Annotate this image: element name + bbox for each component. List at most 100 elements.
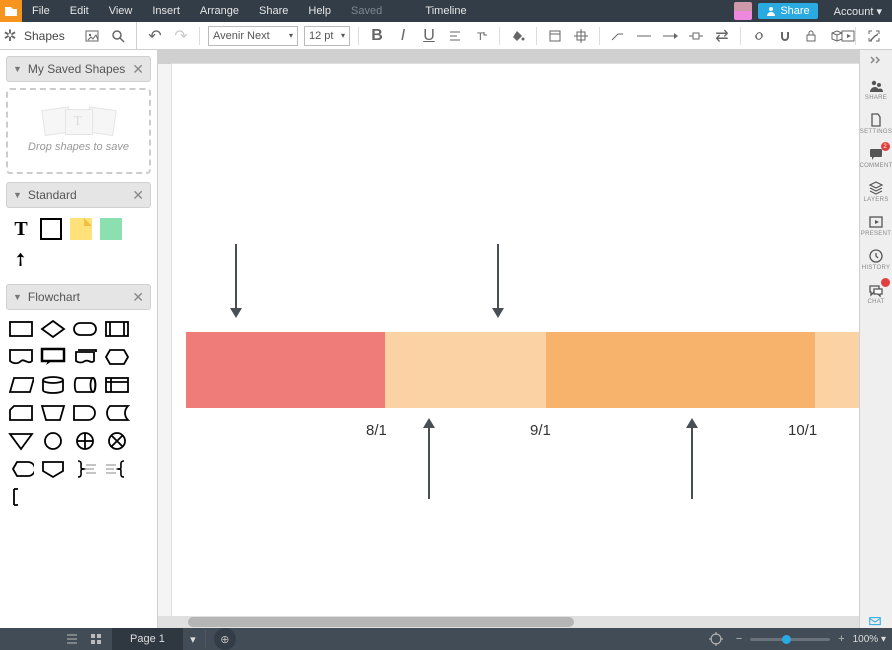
fc-brace-right[interactable] (72, 458, 98, 480)
document-title[interactable]: Timeline (425, 5, 466, 17)
fc-connector[interactable] (40, 430, 66, 452)
font-select[interactable]: Avenir Next ▾ (208, 26, 298, 46)
fc-multidoc[interactable] (72, 346, 98, 368)
arrow-up-1[interactable] (419, 414, 439, 499)
page-tab[interactable]: Page 1 (112, 628, 183, 650)
search-icon[interactable] (108, 26, 128, 46)
fc-decision[interactable] (40, 318, 66, 340)
timeline-label-2[interactable]: 9/1 (530, 422, 551, 439)
add-page-button[interactable]: ⊕ (214, 628, 236, 650)
arrow-down-1[interactable] (226, 244, 246, 324)
fc-internal[interactable] (104, 374, 130, 396)
fc-offpage[interactable] (40, 458, 66, 480)
zoom-slider[interactable] (750, 638, 830, 641)
target-icon[interactable] (704, 628, 728, 650)
redo-icon[interactable]: ↷ (171, 26, 191, 46)
menu-arrange[interactable]: Arrange (190, 5, 249, 17)
menu-view[interactable]: View (99, 5, 143, 17)
close-icon[interactable]: ✕ (132, 289, 144, 306)
fc-note[interactable] (8, 486, 34, 508)
underline-icon[interactable]: U (419, 26, 439, 46)
zoom-in-icon[interactable]: + (838, 633, 844, 645)
lock-icon[interactable] (801, 26, 821, 46)
rail-settings[interactable]: SETTINGS (860, 106, 892, 140)
fc-display[interactable] (8, 458, 34, 480)
fc-preparation[interactable] (104, 346, 130, 368)
line-style1-icon[interactable] (634, 26, 654, 46)
line-style3-icon[interactable] (686, 26, 706, 46)
rail-present[interactable]: PRESENT (860, 208, 892, 242)
category-my-saved[interactable]: ▼ My Saved Shapes ✕ (6, 56, 151, 82)
saved-shapes-dropzone[interactable]: T Drop shapes to save (6, 88, 151, 174)
position-icon[interactable] (571, 26, 591, 46)
zoom-out-icon[interactable]: − (736, 633, 742, 645)
menu-help[interactable]: Help (298, 5, 341, 17)
rail-layers[interactable]: LAYERS (860, 174, 892, 208)
timeline-bar[interactable] (186, 332, 859, 408)
italic-icon[interactable]: I (393, 26, 413, 46)
fc-terminator[interactable] (72, 318, 98, 340)
fc-data[interactable] (8, 374, 34, 396)
magnet-icon[interactable] (775, 26, 795, 46)
menu-share[interactable]: Share (249, 5, 298, 17)
present-icon[interactable] (838, 26, 858, 46)
user-avatar[interactable] (734, 2, 752, 20)
rail-share[interactable]: SHARE (860, 72, 892, 106)
rail-history[interactable]: HISTORY (860, 242, 892, 276)
fc-storeddata[interactable] (104, 402, 130, 424)
grid-view-icon[interactable] (84, 628, 108, 650)
menu-file[interactable]: File (22, 5, 60, 17)
arrow-down-2[interactable] (488, 244, 508, 324)
text-shape[interactable]: T (8, 216, 34, 242)
page-dropdown[interactable]: ▾ (183, 633, 203, 646)
arrow-up-2[interactable] (682, 414, 702, 499)
fc-document[interactable] (8, 346, 34, 368)
image-icon[interactable] (82, 26, 102, 46)
arrow-shape[interactable]: ➚ (8, 246, 34, 272)
fill-icon[interactable] (508, 26, 528, 46)
timeline-segment-4[interactable] (815, 332, 859, 408)
fc-process[interactable] (8, 318, 34, 340)
zoom-level[interactable]: 100% ▾ (853, 634, 886, 645)
fc-database[interactable] (40, 374, 66, 396)
fc-predefined[interactable] (104, 318, 130, 340)
timeline-segment-2[interactable] (385, 332, 547, 408)
app-logo[interactable] (0, 0, 22, 22)
list-view-icon[interactable] (60, 628, 84, 650)
fc-merge[interactable] (8, 430, 34, 452)
shape-box-icon[interactable] (545, 26, 565, 46)
close-icon[interactable]: ✕ (132, 61, 144, 78)
fc-or[interactable] (72, 430, 98, 452)
link-icon[interactable] (749, 26, 769, 46)
fc-brace-left[interactable] (104, 458, 130, 480)
fc-delay[interactable] (72, 402, 98, 424)
account-menu[interactable]: Account ▾ (824, 5, 892, 18)
rectangle-shape[interactable] (38, 216, 64, 242)
fc-directdata[interactable] (72, 374, 98, 396)
scrollbar-horizontal[interactable] (158, 616, 859, 628)
canvas[interactable]: 8/1 9/1 10/1 (172, 64, 859, 628)
fc-callout[interactable] (40, 346, 66, 368)
align-icon[interactable] (445, 26, 465, 46)
swap-icon[interactable]: ⇄ (712, 26, 732, 46)
bold-icon[interactable]: B (367, 26, 387, 46)
scrollbar-thumb[interactable] (188, 617, 574, 627)
undo-icon[interactable]: ↶ (145, 26, 165, 46)
fc-card[interactable] (8, 402, 34, 424)
menu-insert[interactable]: Insert (142, 5, 190, 17)
rail-comment[interactable]: 2 COMMENT (860, 140, 892, 174)
category-standard[interactable]: ▼ Standard ✕ (6, 182, 151, 208)
text-style-icon[interactable]: T (471, 26, 491, 46)
line-style2-icon[interactable] (660, 26, 680, 46)
rail-chat[interactable]: CHAT (860, 276, 892, 310)
category-flowchart[interactable]: ▼ Flowchart ✕ (6, 284, 151, 310)
note-shape[interactable] (68, 216, 94, 242)
fc-manual[interactable] (40, 402, 66, 424)
timeline-segment-1[interactable] (186, 332, 385, 408)
share-button[interactable]: Share (758, 3, 817, 19)
line-tool-icon[interactable] (608, 26, 628, 46)
timeline-label-1[interactable]: 8/1 (366, 422, 387, 439)
timeline-segment-3[interactable] (546, 332, 815, 408)
fc-sumjunction[interactable] (104, 430, 130, 452)
block-shape[interactable] (98, 216, 124, 242)
